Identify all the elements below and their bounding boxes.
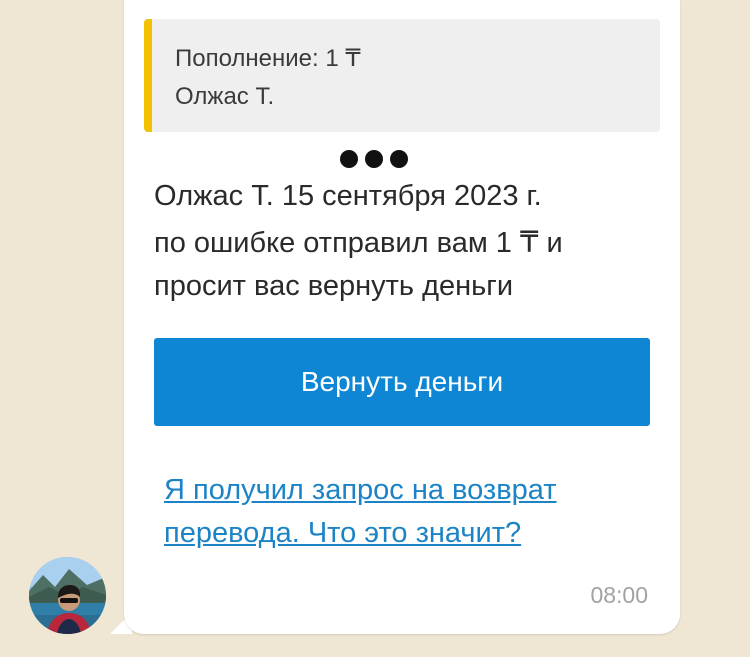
ellipsis-icon[interactable] [337, 150, 413, 170]
quoted-transaction[interactable]: Пополнение: 1 ₸ Олжас Т. [144, 19, 660, 132]
message-timestamp: 08:00 [590, 582, 648, 608]
message-text-line: просит вас вернуть деньги [154, 270, 514, 302]
sender-avatar[interactable] [29, 557, 106, 634]
quote-sender-name: Олжас Т. [175, 83, 275, 110]
help-link[interactable]: Я получил запрос на возврат [164, 474, 557, 507]
message-bubble: Пополнение: 1 ₸ Олжас Т. Олжас Т. 15 сен… [124, 0, 680, 634]
dot [390, 150, 408, 168]
dot [365, 150, 383, 168]
help-link[interactable]: перевода. Что это значит? [164, 517, 521, 550]
quote-accent-bar [144, 19, 152, 132]
message-text-line: по ошибке отправил вам 1 ₸ и [154, 227, 563, 259]
dot [340, 150, 358, 168]
message-text-line: Олжас Т. 15 сентября 2023 г. [154, 180, 542, 212]
quote-transaction-title: Пополнение: 1 ₸ [175, 45, 361, 72]
avatar-photo [29, 557, 106, 634]
return-money-button[interactable]: Вернуть деньги [154, 338, 650, 426]
